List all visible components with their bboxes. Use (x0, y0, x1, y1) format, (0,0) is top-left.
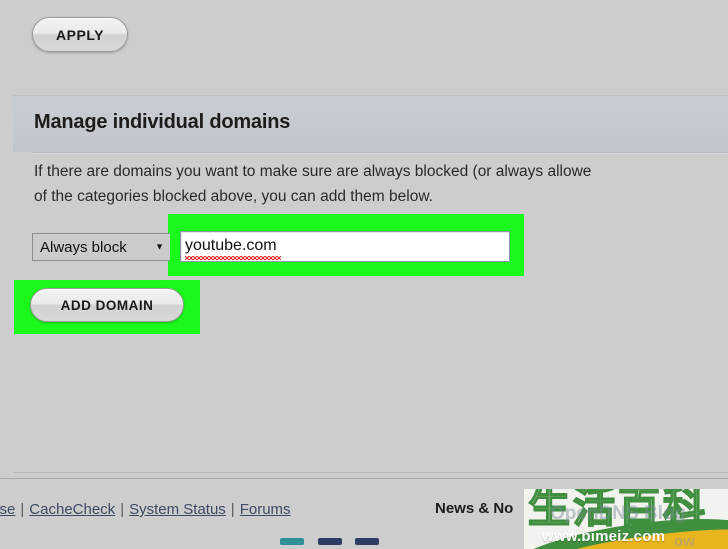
panel-description-line-2: of the categories blocked above, you can… (34, 188, 433, 205)
footer-link-knowledge-base[interactable]: dge Base (0, 501, 15, 518)
watermark-ghost-text-2: ow (674, 533, 695, 549)
chevron-down-icon: ▼ (155, 241, 164, 252)
panel-description-line-1: If there are domains you want to make su… (34, 163, 592, 180)
footer-link-system-status[interactable]: System Status (129, 501, 226, 518)
domain-input-value: youtube.com (185, 237, 277, 254)
add-domain-button[interactable]: ADD DOMAIN (30, 288, 184, 322)
social-icon-3[interactable] (355, 538, 379, 545)
panel-description: If there are domains you want to make su… (34, 159, 728, 209)
block-action-select[interactable]: Always block ▼ (32, 233, 170, 261)
watermark-url: www.bimeiz.com (542, 528, 666, 545)
footer-link-cachecheck[interactable]: CacheCheck (29, 501, 115, 518)
page-title: Manage individual domains (34, 111, 291, 133)
block-action-select-value: Always block (40, 238, 127, 256)
panel-divider (33, 152, 728, 153)
footer-separator-2: | (120, 501, 125, 518)
apply-button[interactable]: APPLY (32, 17, 128, 52)
watermark-overlay: OpenDNS Blog 生活百科 www.bimeiz.com ow (524, 489, 728, 549)
social-icon-2[interactable] (318, 538, 342, 545)
footer-links: dge Base|CacheCheck|System Status|Forums (0, 501, 291, 518)
domain-input[interactable]: youtube.com (180, 231, 510, 262)
footer-separator-1: | (20, 501, 25, 518)
panel-bottom-edge (13, 472, 728, 473)
social-icon-1[interactable] (280, 538, 304, 545)
spellcheck-underline-icon (185, 256, 281, 260)
news-and-notes-heading: News & No (435, 500, 514, 517)
watermark-ghost-text: OpenDNS Blog (550, 503, 687, 524)
apply-toolbar: APPLY (0, 0, 728, 92)
footer-separator-3: | (230, 501, 235, 518)
footer-link-forums[interactable]: Forums (240, 501, 291, 518)
